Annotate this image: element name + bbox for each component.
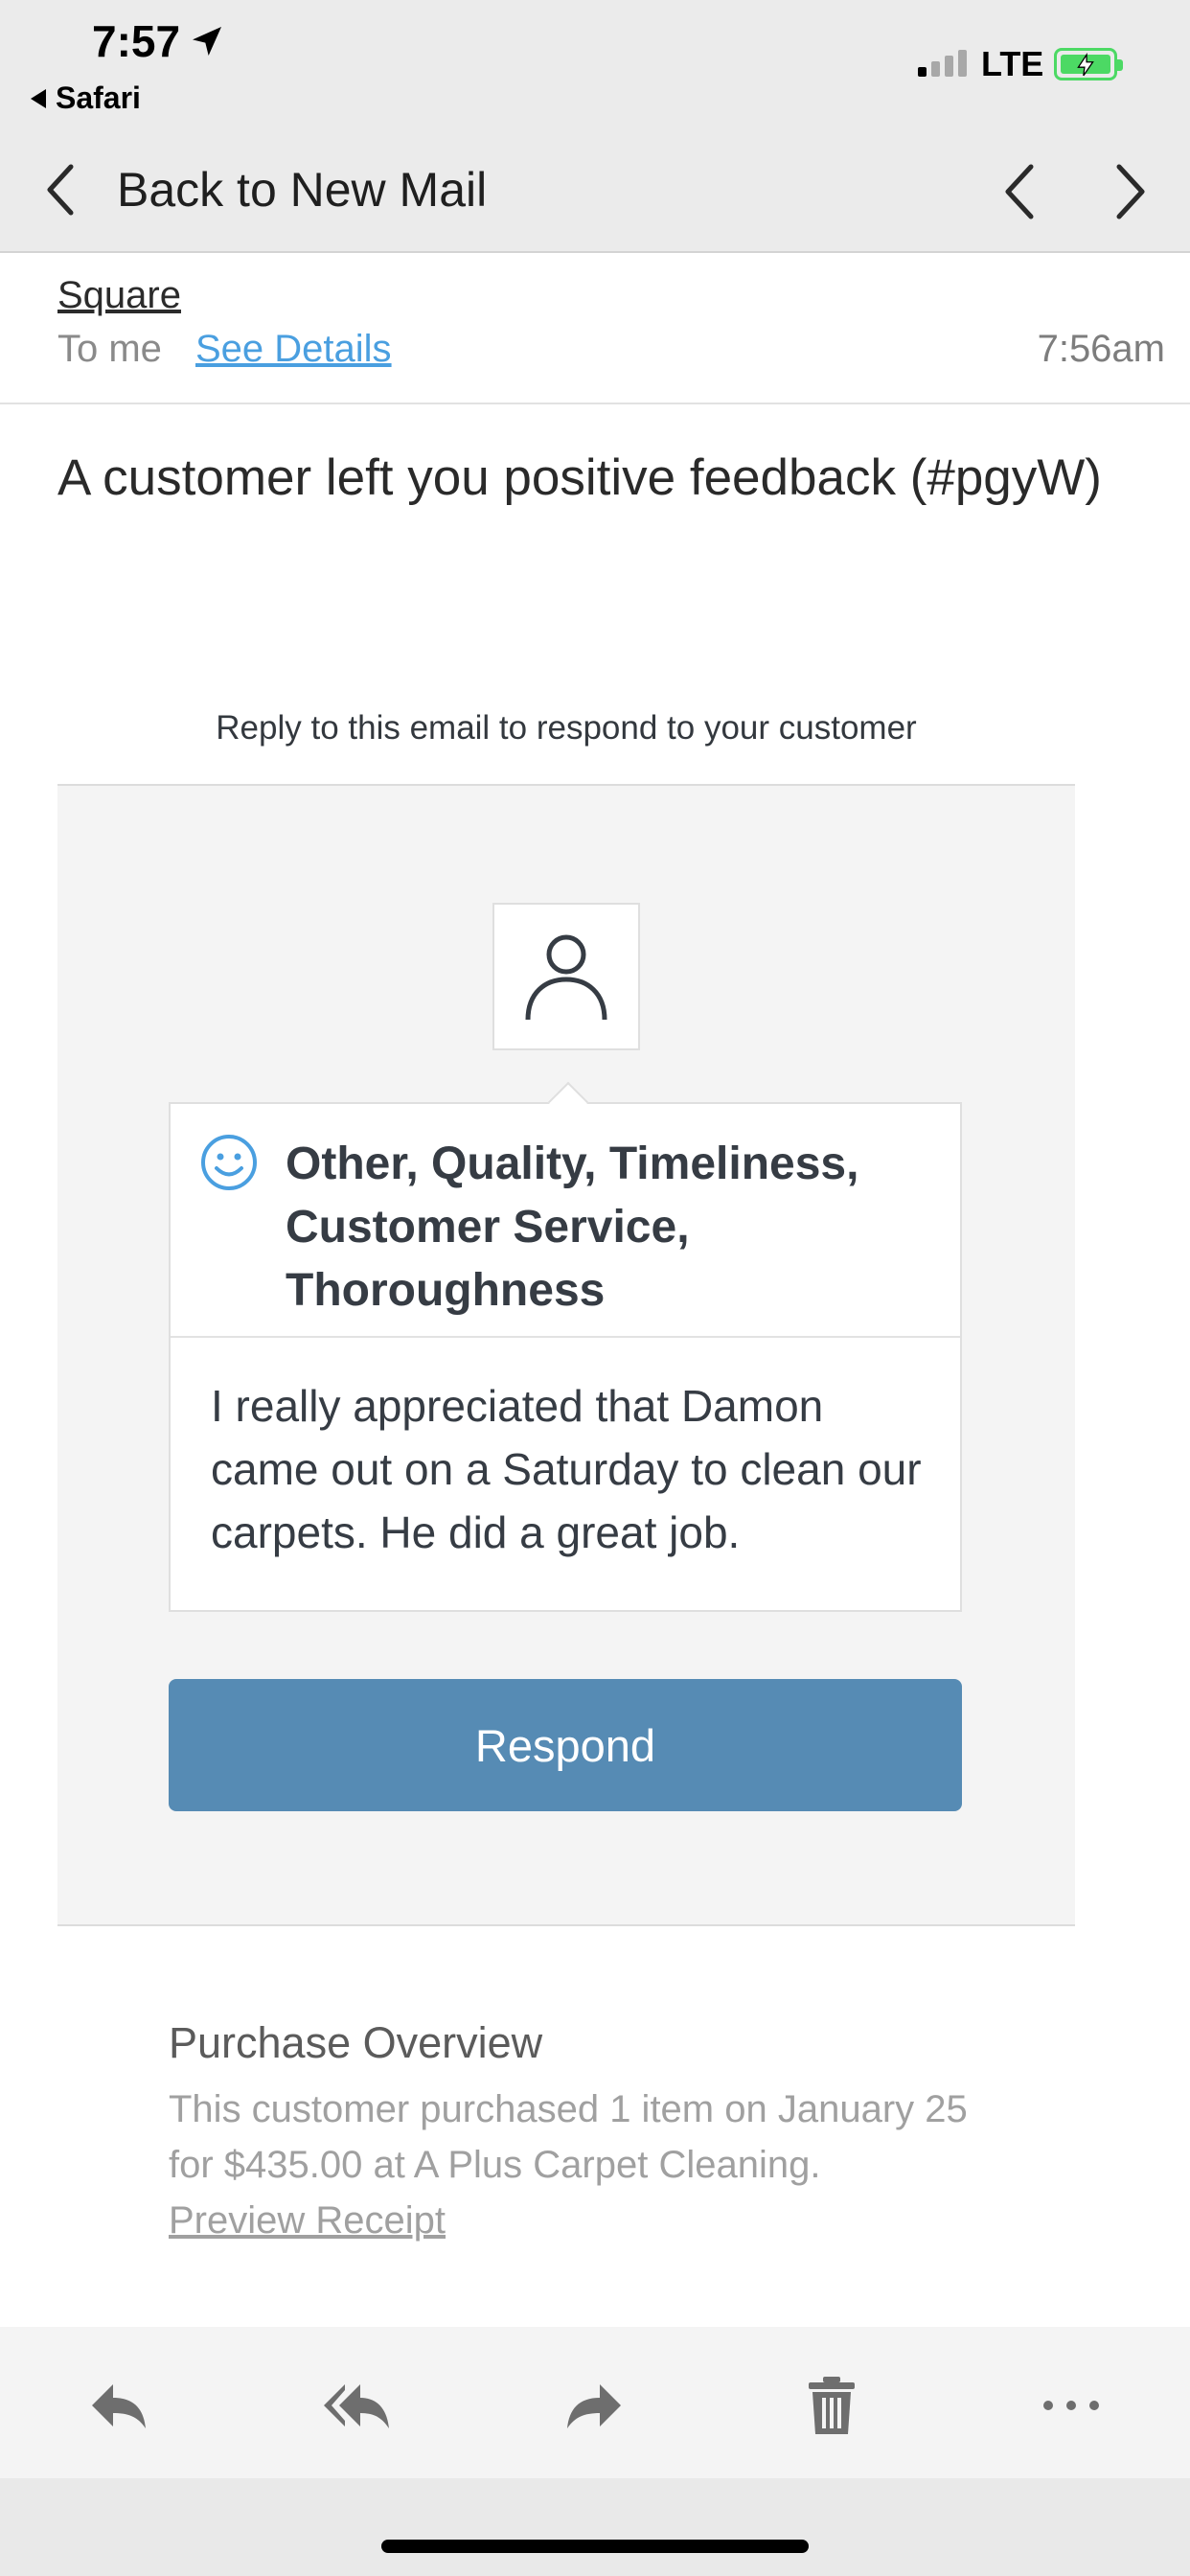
- top-bar: 7:57 Safari LTE Back to New Mail: [0, 0, 1190, 253]
- battery-charging-icon: [1054, 48, 1123, 80]
- chevron-left-icon: [47, 164, 74, 216]
- back-triangle-icon: [31, 88, 46, 108]
- home-indicator[interactable]: [381, 2540, 809, 2553]
- email-subject: A customer left you positive feedback (#…: [57, 449, 1102, 506]
- delete-button[interactable]: [793, 2367, 870, 2444]
- user-icon: [525, 934, 607, 1021]
- home-indicator-area: [0, 2478, 1190, 2576]
- back-to-app-link[interactable]: Safari: [31, 80, 141, 116]
- feedback-card: Other, Quality, Timeliness, Customer Ser…: [169, 1081, 962, 1612]
- feedback-comment: I really appreciated that Damon came out…: [211, 1381, 922, 1557]
- recipient-label: To me: [57, 328, 162, 370]
- forward-icon: [567, 2384, 621, 2428]
- back-to-new-mail-button[interactable]: Back to New Mail: [42, 161, 487, 218]
- reply-button[interactable]: [80, 2367, 157, 2444]
- sender-name[interactable]: Square: [57, 274, 181, 317]
- preview-receipt-link[interactable]: Preview Receipt: [169, 2193, 446, 2248]
- feedback-panel: Other, Quality, Timeliness, Customer Ser…: [57, 784, 1075, 1926]
- bottom-toolbar: [0, 2327, 1190, 2478]
- previous-message-button[interactable]: [996, 161, 1042, 222]
- location-arrow-icon: [193, 27, 222, 56]
- avatar: [492, 903, 640, 1050]
- more-icon: [1043, 2401, 1099, 2410]
- network-type: LTE: [981, 44, 1044, 83]
- back-label: Back to New Mail: [117, 163, 488, 217]
- reply-icon: [92, 2384, 146, 2428]
- trash-icon: [809, 2377, 855, 2434]
- forward-button[interactable]: [556, 2367, 632, 2444]
- chevron-right-icon: [1116, 164, 1145, 219]
- cellular-signal-icon: [918, 50, 967, 77]
- email-timestamp: 7:56am: [1037, 328, 1165, 370]
- reply-all-icon: [324, 2384, 389, 2428]
- next-message-button[interactable]: [1108, 161, 1154, 222]
- respond-button[interactable]: Respond: [169, 1679, 962, 1811]
- email-header: Square To me See Details 7:56am: [0, 255, 1190, 404]
- smiley-face-icon: [201, 1135, 257, 1190]
- feedback-categories: Other, Quality, Timeliness, Customer Ser…: [286, 1138, 859, 1316]
- reply-instruction: Reply to this email to respond to your c…: [216, 709, 917, 747]
- purchase-overview-title: Purchase Overview: [169, 2018, 543, 2067]
- reply-all-button[interactable]: [318, 2367, 395, 2444]
- see-details-link[interactable]: See Details: [195, 328, 392, 371]
- chevron-left-icon: [1005, 164, 1034, 219]
- more-button[interactable]: [1033, 2367, 1110, 2444]
- divider: [171, 1336, 960, 1338]
- status-time: 7:57: [92, 15, 226, 67]
- purchase-overview-text: This customer purchased 1 item on Januar…: [169, 2088, 968, 2186]
